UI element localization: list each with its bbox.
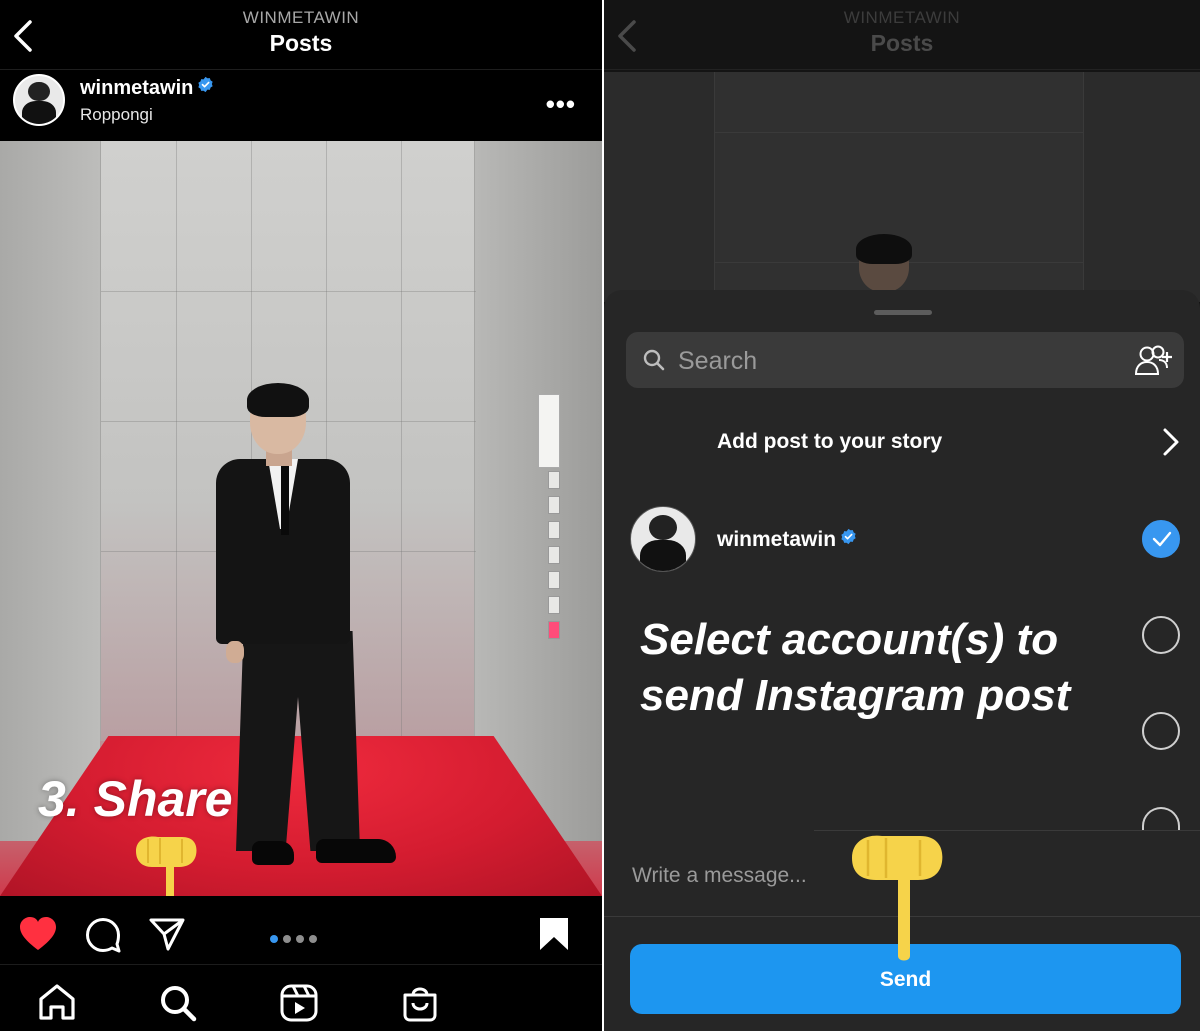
share-icon[interactable] — [148, 916, 186, 952]
search-field[interactable]: Search — [626, 332, 1184, 388]
post-actions-bar — [0, 896, 602, 966]
verified-icon — [841, 528, 856, 545]
sheet-handle[interactable] — [874, 310, 932, 315]
right-screenshot: WINMETAWIN Posts Search Add post to your… — [604, 0, 1200, 1031]
account-username: winmetawin — [717, 528, 837, 551]
select-radio-checked[interactable] — [1142, 520, 1180, 558]
search-input[interactable]: Search — [678, 347, 757, 376]
chevron-right-icon — [1163, 428, 1179, 456]
top-bar: WINMETAWIN Posts — [0, 0, 602, 70]
share-step-annotation: 3. Share — [38, 771, 233, 827]
dimmed-post-photo — [604, 72, 1200, 302]
elevator-buttons — [548, 471, 564, 646]
share-sheet: Search Add post to your story winmetawin… — [604, 290, 1200, 1031]
bookmark-icon[interactable] — [538, 916, 570, 952]
post-location[interactable]: Roppongi — [80, 105, 153, 125]
post-header: winmetawin Roppongi ••• — [0, 71, 602, 141]
verified-icon — [198, 76, 213, 93]
comment-icon[interactable] — [84, 916, 122, 954]
add-to-story-label: Add post to your story — [717, 430, 943, 453]
select-accounts-annotation: Select account(s) to send Instagram post — [640, 615, 1071, 720]
account-row-winmetawin[interactable]: winmetawin — [717, 528, 857, 552]
check-icon — [1152, 531, 1172, 547]
bottom-nav — [0, 964, 602, 1031]
select-radio[interactable] — [1142, 807, 1180, 831]
profile-name-header: WINMETAWIN — [242, 8, 360, 27]
shop-icon[interactable] — [400, 983, 440, 1023]
top-bar: WINMETAWIN Posts — [604, 0, 1200, 70]
message-input[interactable]: Write a message... — [632, 864, 807, 888]
carousel-indicator — [270, 930, 322, 948]
profile-name-header: WINMETAWIN — [843, 8, 961, 27]
reels-icon[interactable] — [279, 983, 319, 1023]
post-username[interactable]: winmetawin — [80, 76, 214, 100]
add-to-story-row[interactable]: Add post to your story — [604, 410, 1200, 474]
add-people-icon[interactable] — [1134, 344, 1174, 376]
home-icon[interactable] — [37, 983, 77, 1021]
search-icon[interactable] — [158, 983, 198, 1023]
heart-icon[interactable] — [18, 916, 58, 952]
left-screenshot: WINMETAWIN Posts winmetawin Roppongi ••• — [0, 0, 602, 1031]
search-icon — [643, 349, 665, 371]
page-title: Posts — [870, 30, 934, 56]
page-title: Posts — [269, 30, 333, 56]
more-icon[interactable]: ••• — [546, 89, 576, 120]
pointing-finger-icon — [852, 835, 943, 961]
account-avatar[interactable] — [630, 506, 696, 572]
avatar[interactable] — [13, 74, 65, 126]
